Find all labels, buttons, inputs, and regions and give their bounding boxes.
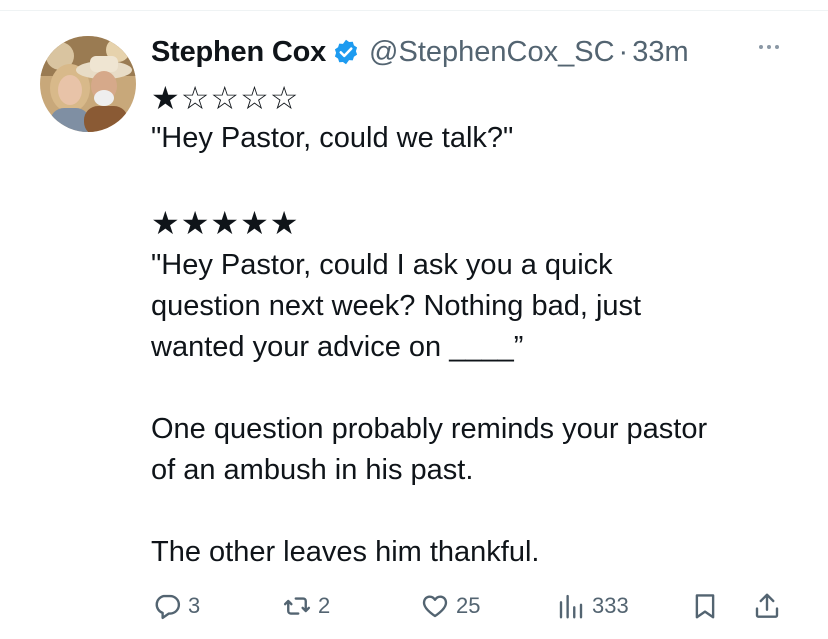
- reply-icon: [155, 594, 181, 620]
- user-handle[interactable]: @StephenCox_SC: [369, 36, 614, 69]
- repost-count: 2: [318, 593, 331, 618]
- reply-button[interactable]: 3: [152, 586, 200, 626]
- tweet-header: Stephen Cox @StephenCox_SC · 33m: [151, 32, 828, 72]
- paragraph-one-line-2: of an ambush in his past.: [151, 454, 474, 486]
- top-divider: [0, 10, 828, 11]
- share-icon: [755, 593, 779, 618]
- like-button[interactable]: 25: [420, 586, 480, 626]
- views-count: 333: [592, 593, 629, 618]
- share-button[interactable]: [752, 586, 782, 626]
- avatar[interactable]: [40, 36, 136, 132]
- separator-dot: ·: [618, 35, 629, 68]
- action-bar: 3 2 25 333: [0, 586, 828, 626]
- quote-one: "Hey Pastor, could we talk?": [151, 122, 514, 154]
- rating-five-star: ★★★★★: [151, 204, 300, 242]
- bookmark-button[interactable]: [690, 586, 720, 626]
- repost-icon: [283, 597, 311, 615]
- rating-one-star: ★☆☆☆☆: [151, 79, 300, 117]
- display-name[interactable]: Stephen Cox: [151, 36, 326, 69]
- reply-count: 3: [188, 593, 201, 618]
- verified-badge-icon[interactable]: [332, 38, 360, 66]
- paragraph-two: The other leaves him thankful.: [151, 536, 540, 568]
- quote-five-line-3: wanted your advice on ____”: [151, 331, 524, 363]
- paragraph-one-line-1: One question probably reminds your pasto…: [151, 413, 708, 445]
- views-icon: [559, 594, 583, 619]
- more-icon[interactable]: [753, 37, 785, 57]
- like-count: 25: [456, 593, 481, 618]
- avatar-photo: [40, 36, 136, 132]
- heart-icon: [422, 595, 448, 618]
- timestamp[interactable]: 33m: [632, 36, 688, 69]
- views-button[interactable]: 333: [556, 586, 629, 626]
- quote-five-line-2: question next week? Nothing bad, just: [151, 290, 642, 322]
- quote-five-line-1: "Hey Pastor, could I ask you a quick: [151, 249, 613, 281]
- repost-button[interactable]: 2: [282, 586, 330, 626]
- bookmark-icon: [695, 594, 715, 619]
